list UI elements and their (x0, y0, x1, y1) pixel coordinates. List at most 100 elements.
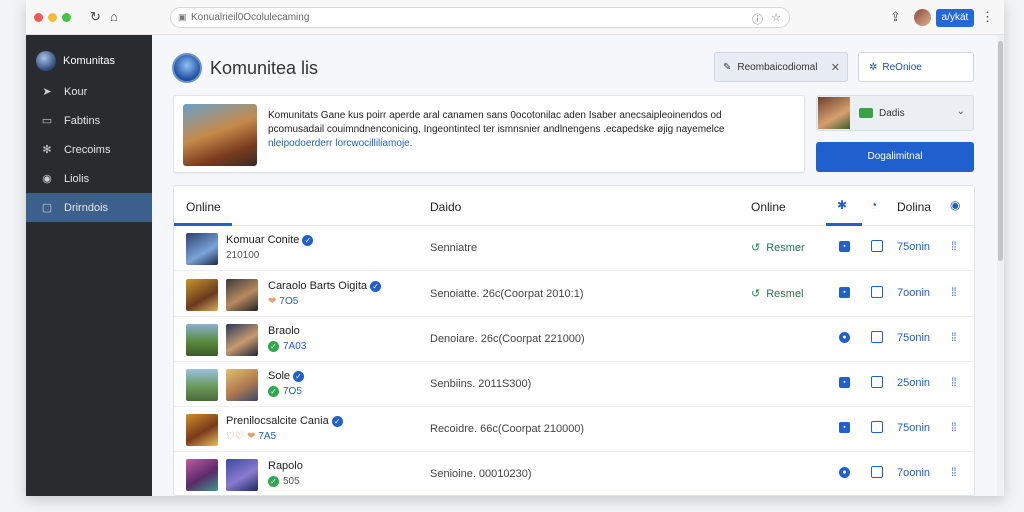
square-icon[interactable]: ▪ (839, 287, 850, 298)
main-content: Komunitea lis ✎ Reombaicodiomal ✕ ✲ ReOn… (152, 35, 997, 496)
address-bar[interactable]: ▣ Konualrieil0Ocolulecaming ⓘ ☆ (170, 7, 790, 28)
close-window-dot[interactable] (34, 13, 43, 22)
document-icon[interactable] (871, 466, 883, 478)
player-avatar (186, 324, 218, 356)
target-icon[interactable]: ◉ (950, 198, 960, 212)
table-row[interactable]: Sole ✓ ✓ 7O5 Senbiins. 2011S300) ▪ 25onin … (174, 362, 976, 407)
description-link[interactable]: nleipodoerderr lorcwocilliliamoje. (268, 137, 798, 151)
browser-toolbar: ↻ ⌂ ▣ Konualrieil0Ocolulecaming ⓘ ☆ ⇪ a/… (26, 0, 1004, 35)
square-icon[interactable]: ▪ (839, 377, 850, 388)
row-desc: Senioine. 00010230) (430, 468, 532, 480)
chevron-down-icon: ⌄ (956, 106, 965, 117)
row-time: 75onin (897, 241, 931, 253)
sidebar-profile[interactable]: Komunitas (36, 49, 115, 73)
dadis-dropdown[interactable]: Dadis ⌄ (816, 95, 974, 131)
row-status: ↺ Resmer (751, 242, 805, 254)
document-icon[interactable] (871, 286, 883, 298)
player-avatar (226, 279, 258, 311)
sparkle-icon: ✲ (869, 61, 878, 73)
circle-icon[interactable]: ● (839, 467, 850, 478)
info-icon[interactable]: ⓘ (752, 11, 763, 27)
document-icon[interactable] (871, 240, 883, 252)
kebab-menu-icon[interactable]: ⋮ (981, 9, 994, 25)
row-sub: ♡♡ ❤ 7A5 (226, 431, 277, 442)
player-avatar (226, 459, 258, 491)
verified-icon: ✓ (302, 235, 314, 246)
row-name: Rapolo (268, 460, 303, 472)
player-avatar (186, 233, 218, 265)
filter-chip[interactable]: ✎ Reombaicodiomal ✕ (714, 52, 848, 82)
minimize-window-dot[interactable] (48, 13, 57, 22)
profile-avatar[interactable] (914, 9, 931, 26)
sidebar: Komunitas ➤ Kour ▭ Fabtins ✻ Crecoims ◉ … (26, 35, 152, 496)
row-desc: Senniatre (430, 242, 478, 254)
tab-online[interactable]: Online (186, 200, 221, 214)
column-header-online[interactable]: Online (751, 200, 786, 214)
sidebar-item-drirndois[interactable]: ▢ Drirndois (26, 193, 152, 222)
row-time: 75onin (897, 332, 931, 344)
browser-window: ↻ ⌂ ▣ Konualrieil0Ocolulecaming ⓘ ☆ ⇪ a/… (26, 0, 1004, 496)
drag-handle-icon[interactable]: ⁞⁞ (951, 375, 957, 389)
description-line: Komunitats Gane kus poirr aperde aral ca… (268, 110, 722, 121)
square-icon[interactable]: ▪ (839, 241, 850, 252)
check-icon: ✓ (268, 476, 279, 487)
column-header-daido[interactable]: Daido (430, 200, 461, 214)
row-desc: Recoidre. 66c(Coorpat 210000) (430, 423, 585, 435)
row-sub: ❤ 7O5 (268, 296, 299, 307)
row-time: 7oonin (897, 287, 931, 299)
reload-icon[interactable]: ↻ (90, 9, 101, 25)
sidebar-item-kour[interactable]: ➤ Kour (26, 77, 152, 106)
game-description: Komunitats Gane kus poirr aperde aral ca… (268, 109, 798, 151)
table-row[interactable]: Braolo ✓ 7A03 Denoiare. 26c(Coorpat 22100… (174, 317, 976, 362)
game-info-card: Komunitats Gane kus poirr aperde aral ca… (173, 95, 805, 173)
check-icon: ✓ (268, 386, 279, 397)
table-row[interactable]: Prenilocsalcite Cania ✓ ♡♡ ❤ 7A5 Recoidre. … (174, 407, 976, 452)
address-text: Konualrieil0Ocolulecaming (191, 12, 310, 23)
page-title: Komunitea lis (210, 58, 319, 78)
maximize-window-dot[interactable] (62, 13, 71, 22)
extension-button[interactable]: a/ykät (936, 9, 974, 27)
row-time: 7oonin (897, 467, 931, 479)
row-time: 25onin (897, 377, 931, 389)
avatar (818, 97, 850, 129)
table-row[interactable]: Komuar Conite ✓ 210100 Senniatre ↺ Resmer … (174, 226, 976, 271)
document-icon[interactable] (871, 376, 883, 388)
document-icon[interactable] (871, 331, 883, 343)
row-desc: Senbiins. 2011S300) (430, 378, 532, 390)
circle-icon[interactable]: ● (839, 332, 850, 343)
pencil-icon: ✎ (723, 61, 732, 73)
drag-handle-icon[interactable]: ⁞⁞ (951, 465, 957, 479)
community-logo-icon (172, 53, 202, 83)
sidebar-item-fabtins[interactable]: ▭ Fabtins (26, 106, 152, 135)
table-row[interactable]: Rapolo ✓ 505 Senioine. 00010230) ● 7oonin… (174, 452, 976, 496)
status-icon (859, 108, 873, 118)
document-icon[interactable] (871, 421, 883, 433)
sidebar-item-crecoims[interactable]: ✻ Crecoims (26, 135, 152, 164)
bookmark-star-icon[interactable]: ☆ (771, 11, 781, 24)
circle-icon: ◉ (42, 173, 52, 185)
close-icon[interactable]: ✕ (831, 61, 840, 74)
row-status: ↺ Resmel (751, 288, 804, 300)
square-icon[interactable]: ▪ (839, 422, 850, 433)
row-sub: ✓ 7A03 (268, 341, 306, 352)
reonioe-button[interactable]: ✲ ReOnioe (858, 52, 974, 82)
sidebar-item-liolis[interactable]: ◉ Liolis (26, 164, 152, 193)
column-header-dolina[interactable]: Dolina (897, 200, 931, 214)
row-name: Prenilocsalcite Cania ✓ (226, 415, 343, 427)
table-row[interactable]: Caraolo Barts Oigita ✓ ❤ 7O5 Senoiatte. 26… (174, 272, 976, 317)
drag-handle-icon[interactable]: ⁞⁞ (951, 285, 957, 299)
share-icon[interactable]: ⇪ (890, 9, 901, 25)
scrollbar[interactable] (997, 35, 1004, 496)
sidebar-item-label: Crecoims (64, 143, 111, 156)
clock-icon[interactable]: ◔ (870, 198, 877, 212)
drag-handle-icon[interactable]: ⁞⁞ (951, 420, 957, 434)
primary-action-button[interactable]: Dogalimitnal (816, 142, 974, 172)
drag-handle-icon[interactable]: ⁞⁞ (951, 330, 957, 344)
scrollbar-thumb[interactable] (998, 41, 1003, 261)
pin-filter-icon[interactable]: ✱ (837, 198, 847, 212)
drag-handle-icon[interactable]: ⁞⁞ (951, 239, 957, 253)
sidebar-item-label: Liolis (64, 172, 90, 185)
row-name: Komuar Conite ✓ (226, 234, 314, 246)
card-icon: ▢ (41, 202, 53, 214)
home-icon[interactable]: ⌂ (110, 9, 118, 24)
